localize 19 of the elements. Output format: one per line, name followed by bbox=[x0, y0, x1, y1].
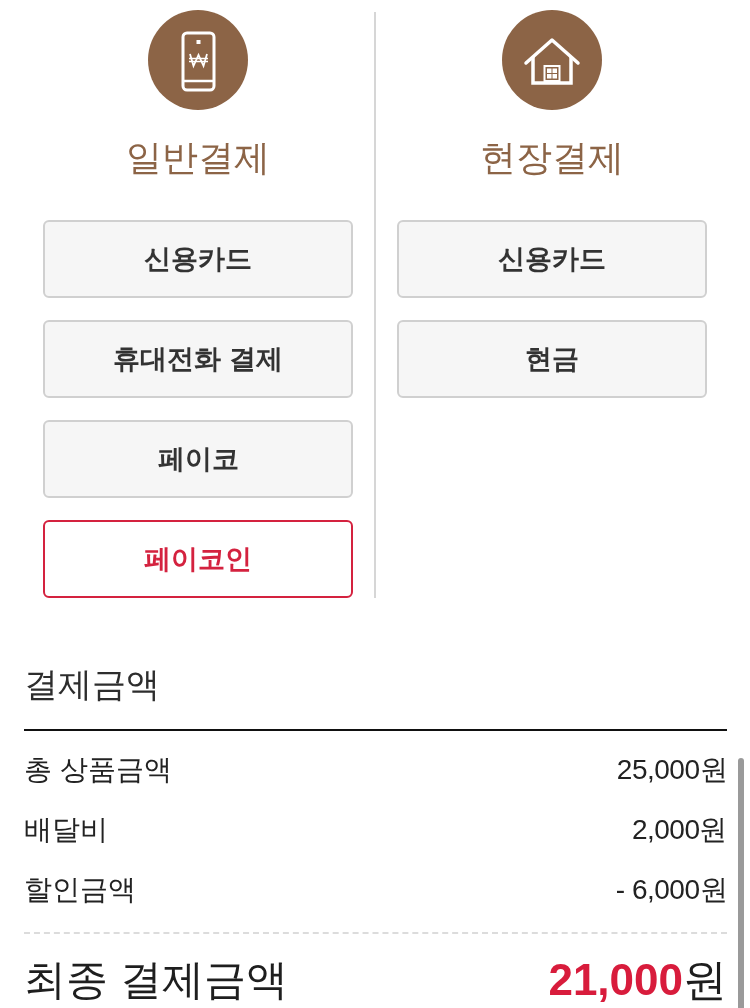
payment-option-button[interactable]: 신용카드 bbox=[397, 220, 707, 298]
amount-label: 할인금액 bbox=[24, 873, 136, 907]
phone-won-icon bbox=[148, 10, 248, 110]
total-amount: 21,000원 bbox=[548, 958, 727, 1002]
payment-option-button[interactable]: 휴대전화 결제 bbox=[43, 320, 353, 398]
section-title: 결제금액 bbox=[24, 664, 161, 704]
payment-option-button[interactable]: 페이코인 bbox=[43, 520, 353, 598]
payment-option-button[interactable]: 현금 bbox=[397, 320, 707, 398]
amount-value: 2,000원 bbox=[631, 813, 727, 847]
house-icon bbox=[502, 10, 602, 110]
payment-option-button[interactable]: 신용카드 bbox=[43, 220, 353, 298]
amount-label: 배달비 bbox=[24, 813, 108, 847]
amount-value: 25,000원 bbox=[616, 753, 727, 787]
payment-type-title: 일반결제 bbox=[126, 136, 270, 180]
amount-value: - 6,000원 bbox=[615, 873, 727, 907]
payment-option-button[interactable]: 페이코 bbox=[43, 420, 353, 498]
total-label: 최종 결제금액 bbox=[24, 958, 288, 1002]
amount-label: 총 상품금액 bbox=[24, 753, 172, 787]
payment-type-title: 현장결제 bbox=[480, 136, 624, 180]
